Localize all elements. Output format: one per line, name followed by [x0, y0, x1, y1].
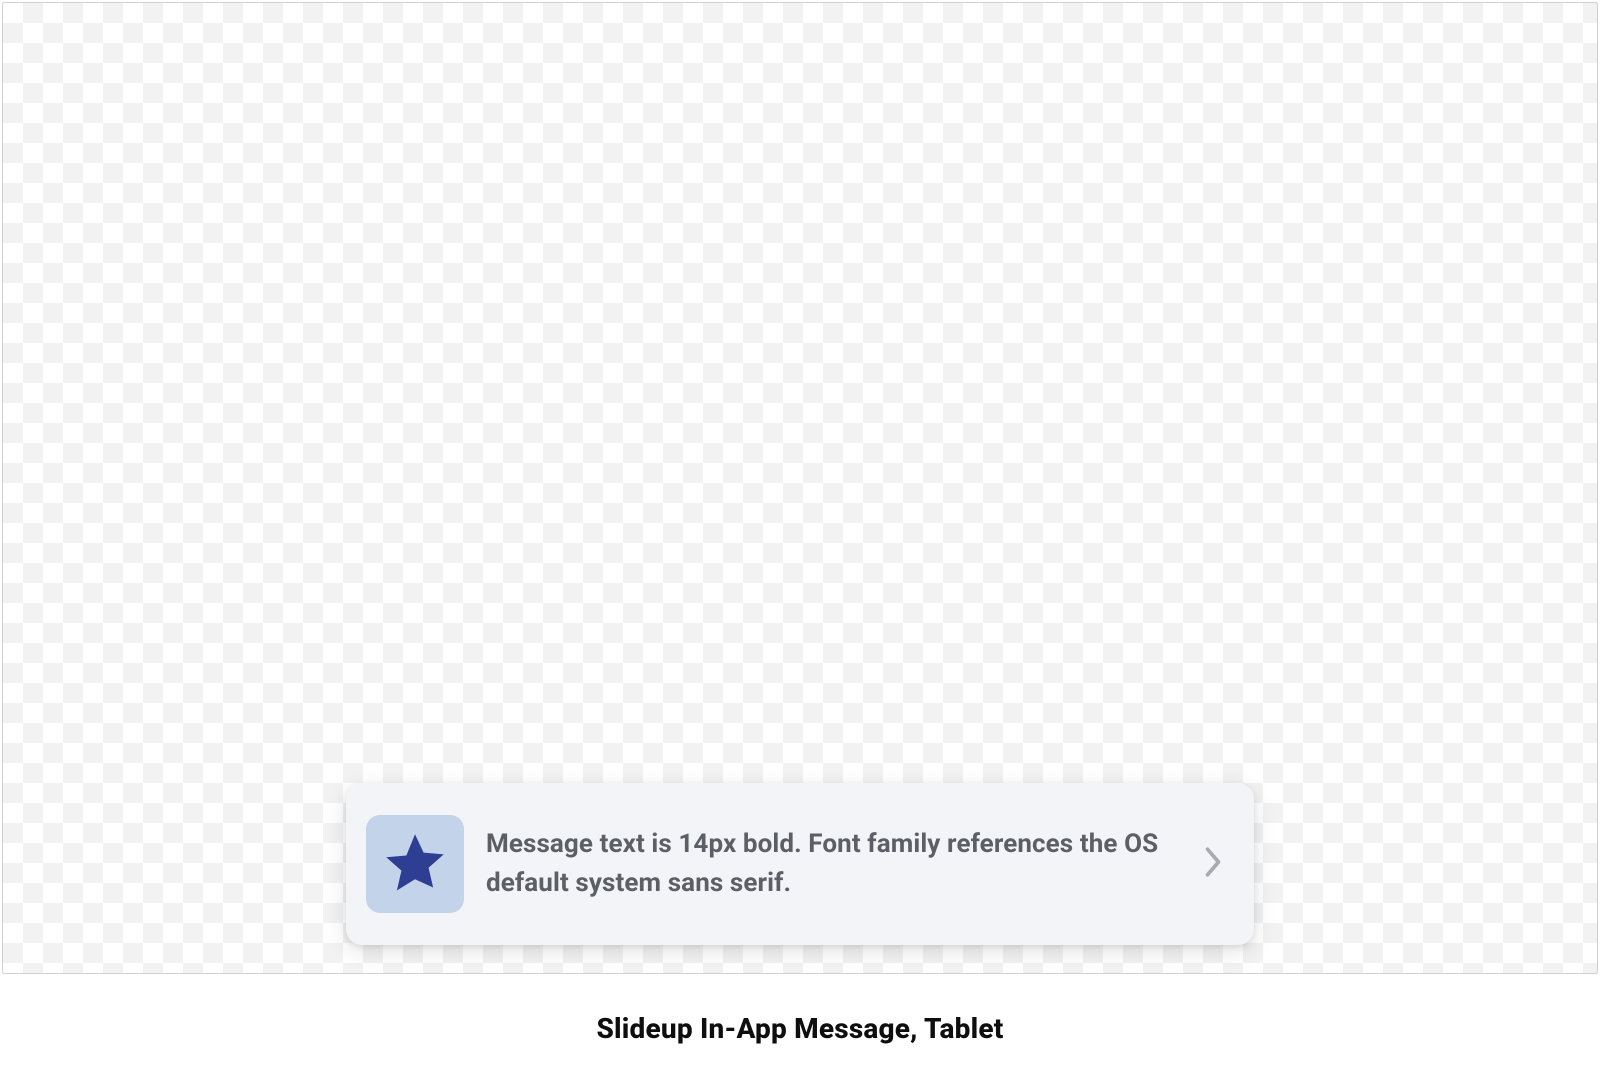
star-icon [380, 827, 450, 901]
disclosure-chevron[interactable] [1196, 840, 1230, 888]
slideup-message[interactable]: Message text is 14px bold. Font family r… [346, 783, 1254, 945]
chevron-right-icon [1202, 843, 1224, 885]
message-icon-tile [366, 815, 464, 913]
message-text: Message text is 14px bold. Font family r… [486, 825, 1174, 903]
figure-caption: Slideup In-App Message, Tablet [0, 1012, 1600, 1045]
preview-canvas: Message text is 14px bold. Font family r… [2, 2, 1598, 974]
